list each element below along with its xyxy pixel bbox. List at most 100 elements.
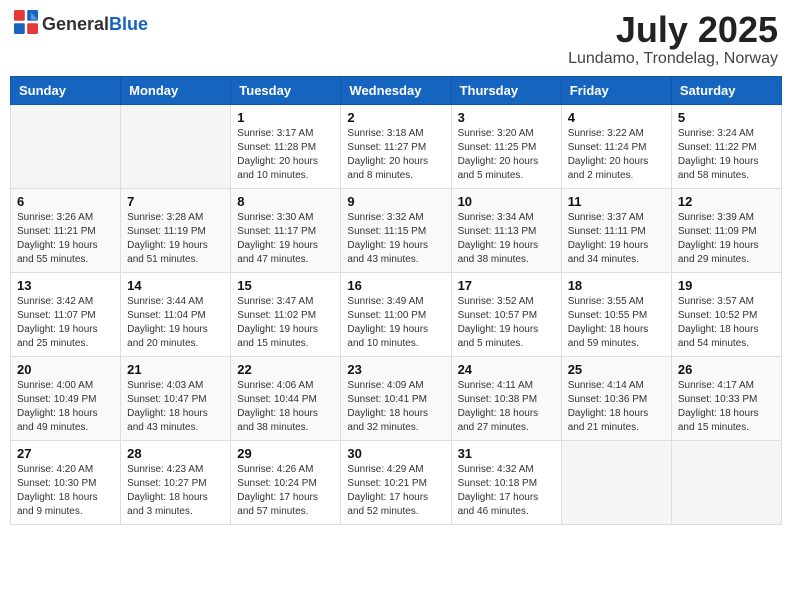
calendar-day-6: 6 Sunrise: 3:26 AM Sunset: 11:21 PM Dayli…: [11, 188, 121, 272]
calendar-day-7: 7 Sunrise: 3:28 AM Sunset: 11:19 PM Dayli…: [121, 188, 231, 272]
calendar-week-row: 6 Sunrise: 3:26 AM Sunset: 11:21 PM Dayli…: [11, 188, 782, 272]
calendar-week-row: 13 Sunrise: 3:42 AM Sunset: 11:07 PM Dayl…: [11, 272, 782, 356]
day-info: Sunrise: 3:30 AM Sunset: 11:17 PM Daylig…: [237, 211, 334, 267]
calendar-day-16: 16Sunrise: 3:49 AM Sunset: 11:00 PM Dayl…: [341, 272, 451, 356]
day-info: Sunrise: 4:17 AM Sunset: 10:33 PM Daylig…: [678, 379, 775, 435]
day-number: 21: [127, 362, 224, 377]
calendar-day-14: 14 Sunrise: 3:44 AM Sunset: 11:04 PM Dayl…: [121, 272, 231, 356]
calendar-empty-cell: [671, 440, 781, 524]
day-info: Sunrise: 4:14 AM Sunset: 10:36 PM Daylig…: [568, 379, 665, 435]
calendar-day-13: 13 Sunrise: 3:42 AM Sunset: 11:07 PM Dayl…: [11, 272, 121, 356]
calendar-day-8: 8 Sunrise: 3:30 AM Sunset: 11:17 PM Dayli…: [231, 188, 341, 272]
day-number: 12: [678, 194, 775, 209]
day-number: 28: [127, 446, 224, 461]
day-info: Sunrise: 3:37 AM Sunset: 11:11 PM Daylig…: [568, 211, 665, 267]
day-info: Sunrise: 3:55 AM Sunset: 10:55 PM Daylig…: [568, 295, 665, 351]
calendar-day-23: 23Sunrise: 4:09 AM Sunset: 10:41 PM Dayl…: [341, 356, 451, 440]
day-info: Sunrise: 4:06 AM Sunset: 10:44 PM Daylig…: [237, 379, 334, 435]
calendar-day-17: 17Sunrise: 3:52 AM Sunset: 10:57 PM Dayl…: [451, 272, 561, 356]
calendar-day-4: 4 Sunrise: 3:22 AM Sunset: 11:24 PM Dayli…: [561, 104, 671, 188]
day-info: Sunrise: 4:03 AM Sunset: 10:47 PM Daylig…: [127, 379, 224, 435]
day-number: 30: [347, 446, 444, 461]
calendar-day-15: 15 Sunrise: 3:47 AM Sunset: 11:02 PM Dayl…: [231, 272, 341, 356]
calendar-header-saturday: Saturday: [671, 76, 781, 104]
day-number: 13: [17, 278, 114, 293]
logo-blue: Blue: [109, 14, 148, 34]
day-info: Sunrise: 3:20 AM Sunset: 11:25 PM Daylig…: [458, 127, 555, 183]
calendar-header-row: SundayMondayTuesdayWednesdayThursdayFrid…: [11, 76, 782, 104]
calendar-day-12: 12 Sunrise: 3:39 AM Sunset: 11:09 PM Dayl…: [671, 188, 781, 272]
day-number: 31: [458, 446, 555, 461]
day-number: 2: [347, 110, 444, 125]
calendar-day-18: 18 Sunrise: 3:55 AM Sunset: 10:55 PM Dayl…: [561, 272, 671, 356]
day-number: 4: [568, 110, 665, 125]
day-info: Sunrise: 4:09 AM Sunset: 10:41 PM Daylig…: [347, 379, 444, 435]
day-info: Sunrise: 3:47 AM Sunset: 11:02 PM Daylig…: [237, 295, 334, 351]
calendar-day-3: 3 Sunrise: 3:20 AM Sunset: 11:25 PM Dayli…: [451, 104, 561, 188]
calendar-day-5: 5 Sunrise: 3:24 AM Sunset: 11:22 PM Dayli…: [671, 104, 781, 188]
calendar-day-28: 28Sunrise: 4:23 AM Sunset: 10:27 PM Dayl…: [121, 440, 231, 524]
day-number: 10: [458, 194, 555, 209]
day-info: Sunrise: 4:11 AM Sunset: 10:38 PM Daylig…: [458, 379, 555, 435]
location-title: Lundamo, Trondelag, Norway: [568, 50, 778, 68]
day-number: 6: [17, 194, 114, 209]
calendar-day-26: 26 Sunrise: 4:17 AM Sunset: 10:33 PM Dayl…: [671, 356, 781, 440]
day-number: 25: [568, 362, 665, 377]
day-info: Sunrise: 3:26 AM Sunset: 11:21 PM Daylig…: [17, 211, 114, 267]
day-info: Sunrise: 4:26 AM Sunset: 10:24 PM Daylig…: [237, 463, 334, 519]
day-info: Sunrise: 3:28 AM Sunset: 11:19 PM Daylig…: [127, 211, 224, 267]
calendar-table: SundayMondayTuesdayWednesdayThursdayFrid…: [10, 76, 782, 525]
calendar-empty-cell: [561, 440, 671, 524]
day-number: 8: [237, 194, 334, 209]
day-info: Sunrise: 4:00 AM Sunset: 10:49 PM Daylig…: [17, 379, 114, 435]
calendar-header-friday: Friday: [561, 76, 671, 104]
day-number: 18: [568, 278, 665, 293]
calendar-day-21: 21 Sunrise: 4:03 AM Sunset: 10:47 PM Dayl…: [121, 356, 231, 440]
calendar-day-31: 31 Sunrise: 4:32 AM Sunset: 10:18 PM Dayl…: [451, 440, 561, 524]
calendar-day-30: 30 Sunrise: 4:29 AM Sunset: 10:21 PM Dayl…: [341, 440, 451, 524]
calendar-header-monday: Monday: [121, 76, 231, 104]
day-info: Sunrise: 4:32 AM Sunset: 10:18 PM Daylig…: [458, 463, 555, 519]
day-number: 19: [678, 278, 775, 293]
day-info: Sunrise: 3:34 AM Sunset: 11:13 PM Daylig…: [458, 211, 555, 267]
day-number: 5: [678, 110, 775, 125]
logo: GeneralBlue: [14, 10, 148, 39]
day-number: 15: [237, 278, 334, 293]
calendar-header-sunday: Sunday: [11, 76, 121, 104]
day-number: 16: [347, 278, 444, 293]
logo-text: GeneralBlue: [42, 15, 148, 35]
calendar-day-2: 2 Sunrise: 3:18 AM Sunset: 11:27 PM Dayli…: [341, 104, 451, 188]
calendar-week-row: 20 Sunrise: 4:00 AM Sunset: 10:49 PM Dayl…: [11, 356, 782, 440]
calendar-day-19: 19Sunrise: 3:57 AM Sunset: 10:52 PM Dayl…: [671, 272, 781, 356]
day-number: 22: [237, 362, 334, 377]
calendar-day-10: 10 Sunrise: 3:34 AM Sunset: 11:13 PM Dayl…: [451, 188, 561, 272]
day-info: Sunrise: 3:24 AM Sunset: 11:22 PM Daylig…: [678, 127, 775, 183]
day-number: 7: [127, 194, 224, 209]
day-number: 1: [237, 110, 334, 125]
logo-icon: [14, 10, 38, 39]
calendar-day-9: 9 Sunrise: 3:32 AM Sunset: 11:15 PM Dayli…: [341, 188, 451, 272]
calendar-header-wednesday: Wednesday: [341, 76, 451, 104]
calendar-day-25: 25 Sunrise: 4:14 AM Sunset: 10:36 PM Dayl…: [561, 356, 671, 440]
day-info: Sunrise: 3:39 AM Sunset: 11:09 PM Daylig…: [678, 211, 775, 267]
day-number: 9: [347, 194, 444, 209]
day-info: Sunrise: 3:44 AM Sunset: 11:04 PM Daylig…: [127, 295, 224, 351]
calendar-day-20: 20 Sunrise: 4:00 AM Sunset: 10:49 PM Dayl…: [11, 356, 121, 440]
day-number: 3: [458, 110, 555, 125]
day-info: Sunrise: 3:52 AM Sunset: 10:57 PM Daylig…: [458, 295, 555, 351]
calendar-empty-cell: [121, 104, 231, 188]
day-number: 20: [17, 362, 114, 377]
calendar-week-row: 27Sunrise: 4:20 AM Sunset: 10:30 PM Dayl…: [11, 440, 782, 524]
day-info: Sunrise: 3:22 AM Sunset: 11:24 PM Daylig…: [568, 127, 665, 183]
day-info: Sunrise: 4:29 AM Sunset: 10:21 PM Daylig…: [347, 463, 444, 519]
logo-general: General: [42, 14, 109, 34]
day-number: 26: [678, 362, 775, 377]
day-number: 14: [127, 278, 224, 293]
day-info: Sunrise: 3:42 AM Sunset: 11:07 PM Daylig…: [17, 295, 114, 351]
calendar-day-27: 27Sunrise: 4:20 AM Sunset: 10:30 PM Dayl…: [11, 440, 121, 524]
day-info: Sunrise: 3:18 AM Sunset: 11:27 PM Daylig…: [347, 127, 444, 183]
calendar-empty-cell: [11, 104, 121, 188]
day-info: Sunrise: 4:20 AM Sunset: 10:30 PM Daylig…: [17, 463, 114, 519]
day-info: Sunrise: 3:32 AM Sunset: 11:15 PM Daylig…: [347, 211, 444, 267]
title-area: July 2025 Lundamo, Trondelag, Norway: [568, 10, 778, 68]
